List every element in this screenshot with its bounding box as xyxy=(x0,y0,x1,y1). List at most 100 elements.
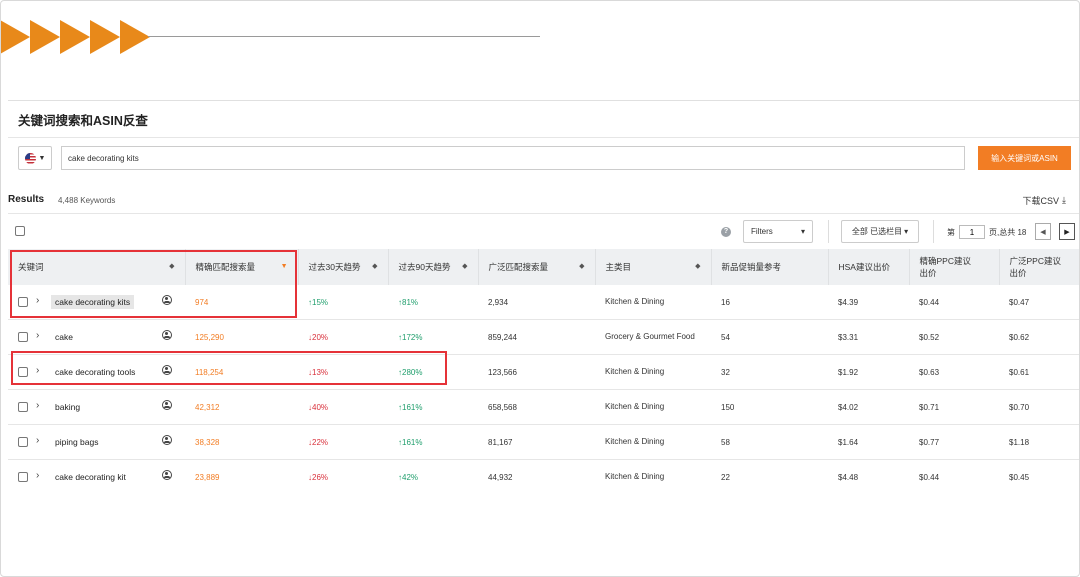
trend-30-cell: ↓40% xyxy=(298,389,388,425)
category-cell: Kitchen & Dining xyxy=(595,424,711,460)
person-icon[interactable] xyxy=(162,365,172,375)
broad-ppc-cell: $1.18 xyxy=(999,424,1080,460)
us-flag-icon xyxy=(24,152,36,164)
broad-volume-cell: 44,932 xyxy=(478,459,595,486)
column-header[interactable]: 关键词 ◆ xyxy=(8,249,186,285)
chevron-right-icon[interactable]: › xyxy=(36,295,39,306)
category-cell: Kitchen & Dining xyxy=(595,285,711,320)
columns-dropdown[interactable]: 全部 已选栏目 ▾ xyxy=(841,220,919,243)
sort-desc-icon: ▼ xyxy=(280,263,288,270)
column-header[interactable]: 广泛匹配搜索量 ◆ xyxy=(478,249,596,285)
results-header: Results 4,488 Keywords 下载CSV ⤓ xyxy=(8,192,1070,208)
exact-volume-cell: 974 xyxy=(185,285,298,320)
promo-cell: 16 xyxy=(711,285,828,320)
row-checkbox[interactable] xyxy=(18,332,28,342)
table-row[interactable]: › baking 42,312 ↓40% ↑161% 658,568 Kitchen & D… xyxy=(8,389,1080,425)
chevron-right-icon[interactable]: › xyxy=(36,470,39,481)
keyword-text[interactable]: cake decorating tools xyxy=(51,365,139,379)
pagination: 第 页,总共 18 xyxy=(947,225,1026,239)
caret-down-icon: ▼ xyxy=(38,154,46,162)
keyword-text[interactable]: piping bags xyxy=(51,435,102,449)
person-icon[interactable] xyxy=(162,400,172,410)
column-header[interactable]: 新品促销量参考 xyxy=(711,249,829,285)
person-icon[interactable] xyxy=(162,330,172,340)
exact-volume-cell: 118,254 xyxy=(185,354,298,390)
filters-dropdown[interactable]: Filters ▾ xyxy=(743,220,813,243)
exact-ppc-cell: $0.44 xyxy=(909,285,999,320)
broad-volume-cell: 81,167 xyxy=(478,424,595,460)
column-header[interactable]: 过去90天趋势 ◆ xyxy=(388,249,479,285)
column-header[interactable]: 主类目 ◆ xyxy=(595,249,712,285)
keyword-search-panel: 关键词搜索和ASIN反查 ▼ 输入关键词或ASIN Results 4,488 … xyxy=(8,100,1080,486)
table-row[interactable]: › cake decorating kits 974 ↑15% ↑81% 2,934 Kit… xyxy=(8,285,1080,320)
trend-90-cell: ↑280% xyxy=(388,354,478,390)
caret-down-icon: ▾ xyxy=(800,227,805,236)
keyword-text[interactable]: cake decorating kit xyxy=(51,470,130,484)
page-number-input[interactable] xyxy=(959,225,985,239)
keyword-cell: › cake xyxy=(8,319,185,355)
exact-volume-cell: 125,290 xyxy=(185,319,298,355)
person-icon[interactable] xyxy=(162,295,172,305)
sort-icon: ◆ xyxy=(372,263,378,270)
trend-30-cell: ↓13% xyxy=(298,354,388,390)
keyword-text[interactable]: cake decorating kits xyxy=(51,295,135,309)
column-header[interactable]: 过去30天趋势 ◆ xyxy=(298,249,389,285)
exact-volume-cell: 23,889 xyxy=(185,459,298,486)
promo-cell: 150 xyxy=(711,389,828,425)
chevron-right-icon[interactable]: › xyxy=(36,330,39,341)
trend-90-cell: ↑172% xyxy=(388,319,478,355)
table-row[interactable]: › piping bags 38,328 ↓22% ↑161% 81,167 Kitchen… xyxy=(8,424,1080,460)
chevron-right-icon[interactable]: › xyxy=(36,365,39,376)
sort-icon: ◆ xyxy=(579,263,585,270)
broad-ppc-cell: $0.47 xyxy=(999,285,1080,320)
table-row[interactable]: › cake decorating tools 118,254 ↓13% ↑280% 12… xyxy=(8,354,1080,390)
column-header[interactable]: 精确PPC建议出价 xyxy=(909,249,1000,285)
keyword-text[interactable]: cake xyxy=(51,330,77,344)
trend-90-cell: ↑161% xyxy=(388,424,478,460)
person-icon[interactable] xyxy=(162,470,172,480)
row-checkbox[interactable] xyxy=(18,297,28,307)
trend-90-cell: ↑42% xyxy=(388,459,478,486)
prev-page-button[interactable]: ◀ xyxy=(1035,223,1051,240)
row-checkbox[interactable] xyxy=(18,472,28,482)
column-header[interactable]: HSA建议出价 xyxy=(828,249,910,285)
table-row[interactable]: › cake decorating kit 23,889 ↓26% ↑42% 44,932… xyxy=(8,459,1080,486)
broad-ppc-cell: $0.70 xyxy=(999,389,1080,425)
keyword-cell: › piping bags xyxy=(8,424,185,460)
keyword-cell: › baking xyxy=(8,389,185,425)
chevron-right-icon[interactable]: › xyxy=(36,435,39,446)
search-button[interactable]: 输入关键词或ASIN xyxy=(978,146,1071,170)
chevron-right-icon[interactable]: › xyxy=(36,400,39,411)
trend-30-cell: ↓20% xyxy=(298,319,388,355)
column-header[interactable]: 精确匹配搜索量 ▼ xyxy=(185,249,299,285)
search-row: ▼ 输入关键词或ASIN xyxy=(18,146,1080,170)
trend-30-cell: ↓22% xyxy=(298,424,388,460)
help-icon[interactable]: ? xyxy=(721,227,731,237)
download-csv-button[interactable]: 下载CSV ⤓ xyxy=(1023,194,1067,207)
exact-ppc-cell: $0.71 xyxy=(909,389,999,425)
column-header[interactable]: 广泛PPC建议出价 xyxy=(999,249,1080,285)
broad-ppc-cell: $0.45 xyxy=(999,459,1080,486)
marketplace-select[interactable]: ▼ xyxy=(18,146,52,170)
hsa-bid-cell: $3.31 xyxy=(828,319,909,355)
download-icon: ⤓ xyxy=(1062,195,1066,205)
next-page-button[interactable]: ▶ xyxy=(1059,223,1075,240)
broad-volume-cell: 123,566 xyxy=(478,354,595,390)
search-input[interactable] xyxy=(61,146,965,170)
hsa-bid-cell: $4.48 xyxy=(828,459,909,486)
broad-volume-cell: 658,568 xyxy=(478,389,595,425)
category-cell: Kitchen & Dining xyxy=(595,354,711,390)
keyword-text[interactable]: baking xyxy=(51,400,84,414)
category-cell: Kitchen & Dining xyxy=(595,389,711,425)
results-title: Results xyxy=(8,194,45,205)
select-all-checkbox[interactable] xyxy=(15,226,25,236)
exact-ppc-cell: $0.52 xyxy=(909,319,999,355)
row-checkbox[interactable] xyxy=(18,402,28,412)
sort-icon: ◆ xyxy=(462,263,468,270)
table-row[interactable]: › cake 125,290 ↓20% ↑172% 859,244 Grocery & Go… xyxy=(8,319,1080,355)
row-checkbox[interactable] xyxy=(18,437,28,447)
promo-cell: 54 xyxy=(711,319,828,355)
row-checkbox[interactable] xyxy=(18,367,28,377)
keyword-table: 关键词 ◆ 精确匹配搜索量 ▼ 过去30天趋势 ◆ 过去90天趋势 ◆ 广泛匹配搜索量 ◆… xyxy=(8,249,1080,486)
person-icon[interactable] xyxy=(162,435,172,445)
